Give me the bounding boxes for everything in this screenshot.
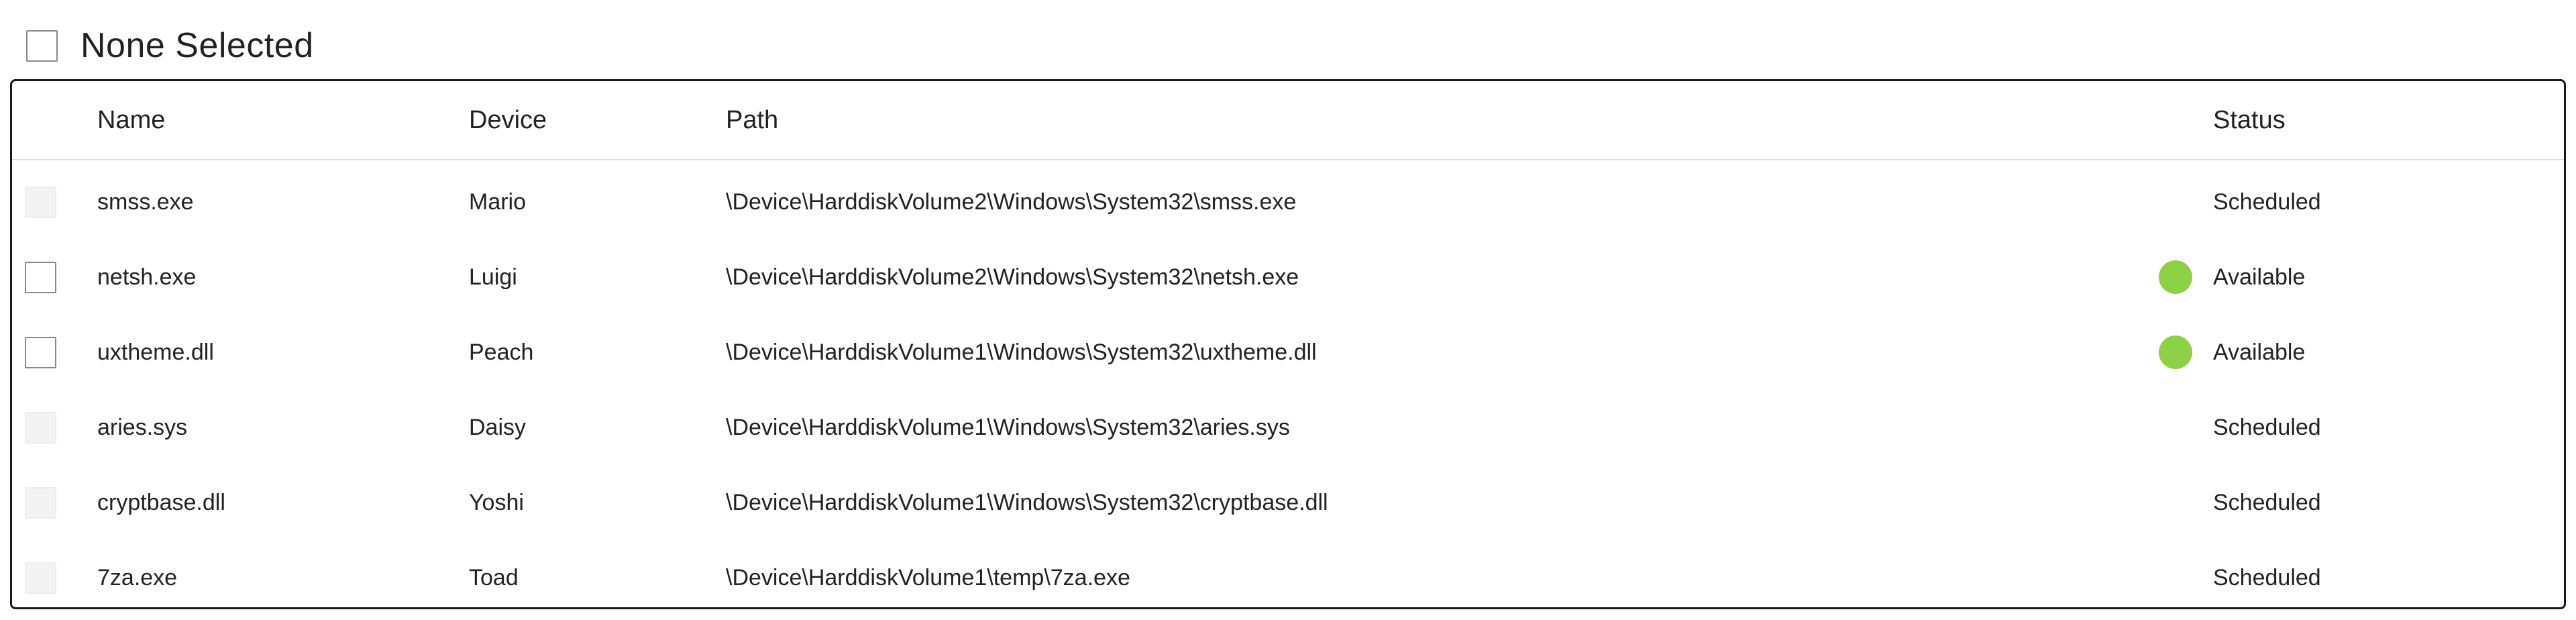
- column-header-device[interactable]: Device: [469, 81, 547, 159]
- device-name: Yoshi: [469, 489, 524, 515]
- file-path: \Device\HarddiskVolume2\Windows\System32…: [726, 264, 1299, 290]
- file-path: \Device\HarddiskVolume2\Windows\System32…: [726, 189, 1297, 215]
- table-row: aries.sys Daisy \Device\HarddiskVolume1\…: [12, 390, 2564, 465]
- selection-status-label: None Selected: [80, 26, 314, 65]
- file-name: smss.exe: [97, 189, 194, 215]
- device-name: Mario: [469, 189, 527, 215]
- row-checkbox-disabled: [25, 186, 56, 218]
- file-name: 7za.exe: [97, 564, 178, 590]
- available-status-icon: [2159, 260, 2192, 294]
- file-name: aries.sys: [97, 414, 188, 440]
- file-name: uxtheme.dll: [97, 339, 214, 365]
- device-name: Peach: [469, 339, 534, 365]
- row-checkbox-disabled: [25, 411, 56, 444]
- files-table: Name Device Path Status smss.exe Mario \…: [10, 79, 2566, 609]
- table-row: cryptbase.dll Yoshi \Device\HarddiskVolu…: [12, 465, 2564, 540]
- status-text: Scheduled: [2213, 489, 2321, 515]
- table-row: netsh.exe Luigi \Device\HarddiskVolume2\…: [12, 240, 2564, 315]
- file-path: \Device\HarddiskVolume1\Windows\System32…: [726, 339, 1317, 365]
- row-checkbox[interactable]: [25, 336, 56, 368]
- file-name: netsh.exe: [97, 264, 197, 290]
- table-row: 7za.exe Toad \Device\HarddiskVolume1\tem…: [12, 540, 2564, 607]
- status-text: Scheduled: [2213, 189, 2321, 215]
- device-name: Luigi: [469, 264, 517, 290]
- table-header: Name Device Path Status: [12, 81, 2564, 160]
- status-text: Scheduled: [2213, 564, 2321, 590]
- status-text: Scheduled: [2213, 414, 2321, 440]
- status-text: Available: [2213, 264, 2306, 290]
- row-checkbox-disabled: [25, 562, 56, 594]
- column-header-path[interactable]: Path: [726, 81, 778, 159]
- column-header-status[interactable]: Status: [2213, 81, 2286, 159]
- row-checkbox-disabled: [25, 486, 56, 519]
- status-text: Available: [2213, 339, 2306, 365]
- table-row: smss.exe Mario \Device\HarddiskVolume2\W…: [12, 164, 2564, 240]
- device-name: Toad: [469, 564, 519, 590]
- device-name: Daisy: [469, 414, 527, 440]
- select-all-checkbox[interactable]: [26, 30, 58, 62]
- file-path: \Device\HarddiskVolume1\temp\7za.exe: [726, 564, 1130, 590]
- available-status-icon: [2159, 335, 2192, 369]
- row-checkbox[interactable]: [25, 261, 56, 293]
- column-header-name[interactable]: Name: [97, 81, 165, 159]
- table-row: uxtheme.dll Peach \Device\HarddiskVolume…: [12, 315, 2564, 390]
- file-path: \Device\HarddiskVolume1\Windows\System32…: [726, 489, 1328, 515]
- select-all-control[interactable]: None Selected: [26, 15, 314, 76]
- file-name: cryptbase.dll: [97, 489, 225, 515]
- file-path: \Device\HarddiskVolume1\Windows\System32…: [726, 414, 1290, 440]
